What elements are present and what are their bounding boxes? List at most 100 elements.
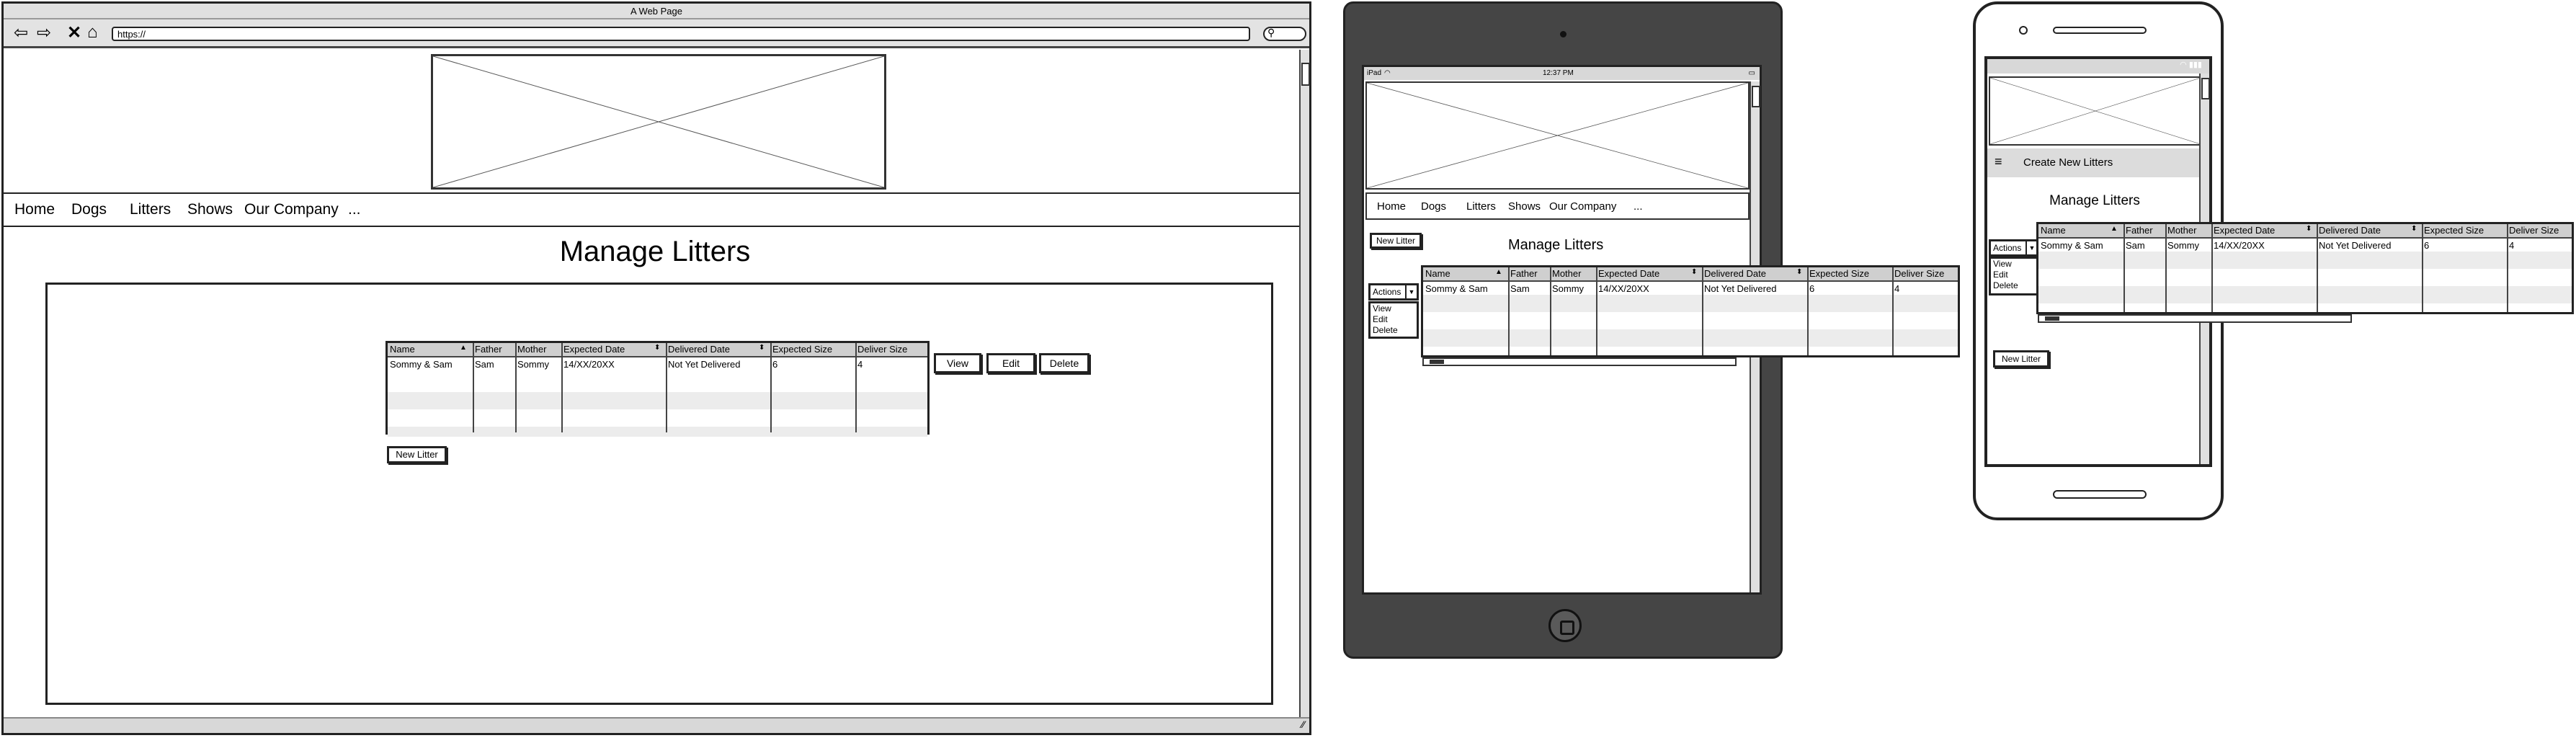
col-header-name[interactable]: Name: [1425, 268, 1450, 279]
nav-more[interactable]: ...: [348, 201, 361, 218]
cell-deliver-size[interactable]: 4: [857, 359, 863, 370]
back-arrow-icon[interactable]: ⇦: [14, 22, 28, 43]
sort-toggle-icon[interactable]: ⬍: [2411, 225, 2417, 233]
menu-item-edit[interactable]: Edit: [1993, 270, 2037, 280]
col-header-mother[interactable]: Mother: [1552, 268, 1581, 279]
delete-button[interactable]: Delete: [1039, 353, 1089, 373]
cell-expected-size[interactable]: 6: [2424, 240, 2429, 251]
cell-deliver-size[interactable]: 4: [1894, 283, 1899, 294]
col-header-expected-size[interactable]: Expected Size: [2424, 225, 2484, 236]
actions-dropdown[interactable]: Actions ▼: [1989, 239, 2039, 257]
view-button[interactable]: View: [934, 353, 981, 373]
cell-delivered-date[interactable]: Not Yet Delivered: [1704, 283, 1776, 294]
nav-litters[interactable]: Litters: [130, 201, 171, 218]
actions-menu: View Edit Delete: [1989, 257, 2039, 295]
col-header-father[interactable]: Father: [2126, 225, 2153, 236]
nav-our-company[interactable]: Our Company: [1549, 200, 1616, 213]
new-litter-button[interactable]: New Litter: [1993, 350, 2049, 368]
cell-name[interactable]: Sommy & Sam: [2041, 240, 2103, 251]
nav-shows[interactable]: Shows: [1508, 200, 1541, 213]
col-header-mother[interactable]: Mother: [517, 344, 546, 355]
hamburger-menu-icon[interactable]: ≡: [1995, 154, 2002, 169]
col-header-father[interactable]: Father: [1510, 268, 1538, 279]
col-header-deliver-size[interactable]: Deliver Size: [2509, 225, 2559, 236]
forward-arrow-icon[interactable]: ⇨: [37, 22, 51, 43]
horizontal-scrollbar[interactable]: [1422, 357, 1737, 366]
col-header-delivered-date[interactable]: Delivered Date: [2319, 225, 2381, 236]
sort-asc-icon[interactable]: ▲: [2111, 225, 2118, 233]
cell-delivered-date[interactable]: Not Yet Delivered: [2319, 240, 2391, 251]
nav-home[interactable]: Home: [1377, 200, 1406, 213]
create-new-litters-link[interactable]: Create New Litters: [2023, 156, 2113, 169]
horizontal-scrollbar[interactable]: [2038, 314, 2352, 323]
home-button-icon[interactable]: [1548, 609, 1582, 642]
cell-mother[interactable]: Sommy: [1552, 283, 1584, 294]
menu-item-delete[interactable]: Delete: [1993, 280, 2037, 291]
nav-our-company[interactable]: Our Company: [244, 201, 339, 218]
col-header-father[interactable]: Father: [475, 344, 502, 355]
chevron-down-icon[interactable]: ▼: [2025, 241, 2037, 254]
sort-asc-icon[interactable]: ▲: [460, 344, 467, 352]
new-litter-button[interactable]: New Litter: [387, 446, 447, 463]
home-bar-icon[interactable]: [2053, 490, 2147, 499]
cell-mother[interactable]: Sommy: [2167, 240, 2199, 251]
scroll-thumb[interactable]: [2045, 316, 2059, 321]
new-litter-button[interactable]: New Litter: [1370, 233, 1422, 249]
resize-grip-icon[interactable]: ⁄⁄: [1301, 719, 1305, 730]
sort-toggle-icon[interactable]: ⬍: [654, 344, 660, 352]
col-header-expected-date[interactable]: Expected Date: [2214, 225, 2275, 236]
sort-toggle-icon[interactable]: ⬍: [1691, 268, 1697, 276]
scroll-thumb[interactable]: [1752, 86, 1760, 107]
menu-item-delete[interactable]: Delete: [1373, 325, 1417, 336]
cell-expected-size[interactable]: 6: [1809, 283, 1814, 294]
url-input[interactable]: https://: [112, 27, 1250, 41]
cell-name[interactable]: Sommy & Sam: [1425, 283, 1488, 294]
actions-dropdown[interactable]: Actions ▼: [1368, 283, 1419, 301]
edit-button[interactable]: Edit: [986, 353, 1035, 373]
cell-father[interactable]: Sam: [1510, 283, 1530, 294]
menu-item-view[interactable]: View: [1373, 303, 1417, 314]
menu-item-edit[interactable]: Edit: [1373, 314, 1417, 325]
col-header-delivered-date[interactable]: Delivered Date: [1704, 268, 1766, 279]
nav-dogs[interactable]: Dogs: [1421, 200, 1446, 213]
cell-expected-size[interactable]: 6: [772, 359, 777, 370]
home-icon[interactable]: ⌂: [87, 22, 98, 43]
nav-dogs[interactable]: Dogs: [71, 201, 107, 218]
cell-expected-date[interactable]: 14/XX/20XX: [1598, 283, 1649, 294]
col-header-expected-date[interactable]: Expected Date: [1598, 268, 1659, 279]
search-icon[interactable]: ⚲: [1263, 27, 1306, 41]
cell-expected-date[interactable]: 14/XX/20XX: [563, 359, 615, 370]
col-header-expected-size[interactable]: Expected Size: [1809, 268, 1869, 279]
col-header-delivered-date[interactable]: Delivered Date: [668, 344, 730, 355]
scroll-thumb[interactable]: [1301, 63, 1310, 86]
col-header-deliver-size[interactable]: Deliver Size: [1894, 268, 1944, 279]
col-header-mother[interactable]: Mother: [2167, 225, 2196, 236]
cell-father[interactable]: Sam: [2126, 240, 2145, 251]
vertical-scrollbar[interactable]: [1299, 50, 1310, 717]
col-header-name[interactable]: Name: [2041, 225, 2066, 236]
cell-deliver-size[interactable]: 4: [2509, 240, 2514, 251]
cell-father[interactable]: Sam: [475, 359, 494, 370]
col-header-expected-date[interactable]: Expected Date: [563, 344, 625, 355]
chevron-down-icon[interactable]: ▼: [1405, 285, 1417, 298]
sort-toggle-icon[interactable]: ⬍: [759, 344, 765, 352]
col-header-name[interactable]: Name: [390, 344, 415, 355]
nav-shows[interactable]: Shows: [187, 201, 233, 218]
cell-mother[interactable]: Sommy: [517, 359, 549, 370]
cell-expected-date[interactable]: 14/XX/20XX: [2214, 240, 2265, 251]
nav-home[interactable]: Home: [14, 201, 55, 218]
scroll-thumb[interactable]: [2201, 78, 2210, 99]
cell-delivered-date[interactable]: Not Yet Delivered: [668, 359, 740, 370]
close-x-icon[interactable]: ✕: [67, 22, 81, 43]
cell-name[interactable]: Sommy & Sam: [390, 359, 453, 370]
scroll-thumb[interactable]: [1430, 360, 1444, 364]
nav-more[interactable]: ...: [1634, 200, 1643, 213]
sort-toggle-icon[interactable]: ⬍: [2306, 225, 2312, 233]
col-header-deliver-size[interactable]: Deliver Size: [857, 344, 907, 355]
sort-toggle-icon[interactable]: ⬍: [1796, 268, 1802, 276]
desktop-browser-window: A Web Page ⇦ ⇨ ✕ ⌂ https:// ⚲ Home Dogs …: [1, 1, 1311, 735]
sort-asc-icon[interactable]: ▲: [1495, 268, 1502, 276]
menu-item-view[interactable]: View: [1993, 259, 2037, 270]
col-header-expected-size[interactable]: Expected Size: [772, 344, 832, 355]
nav-litters[interactable]: Litters: [1466, 200, 1496, 213]
